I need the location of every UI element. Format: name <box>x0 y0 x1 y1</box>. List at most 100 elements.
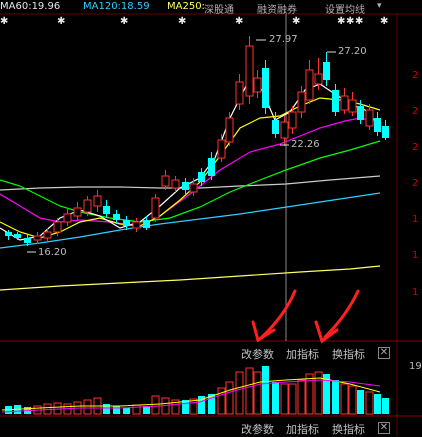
candle-body <box>217 139 226 159</box>
volume-bar <box>340 383 349 415</box>
event-marker[interactable]: ✱ <box>337 16 345 27</box>
axis-label: 1 <box>412 214 419 225</box>
volume-bar <box>348 385 357 415</box>
axis-label: 2 <box>412 178 419 189</box>
chevron-down-icon[interactable]: ▾ <box>377 1 382 11</box>
candlestick-series <box>5 36 389 246</box>
price-label-high2: 27.20 <box>338 46 367 57</box>
volume-bar <box>382 398 389 414</box>
add-indicator-button[interactable]: 加指标 <box>286 346 319 362</box>
switch-indicator-button-2[interactable]: 换指标 <box>332 421 365 437</box>
event-marker[interactable]: ✱ <box>346 16 354 27</box>
volume-bar <box>151 395 160 415</box>
axis-label: 2 <box>412 142 419 153</box>
candle-body <box>365 109 374 127</box>
red-arrow-1-head <box>251 320 276 343</box>
price-label-high1: 27.97 <box>269 34 298 45</box>
event-marker[interactable]: ✱ <box>292 16 300 27</box>
candle-body <box>314 73 323 85</box>
volume-bar <box>280 383 289 415</box>
link-margin-trading[interactable]: 融资融券 <box>257 1 297 14</box>
change-params-button-2[interactable]: 改参数 <box>241 421 274 437</box>
ma250-line <box>0 265 381 291</box>
volume-bar <box>262 366 269 414</box>
volume-bar <box>288 383 297 415</box>
link-ma-settings[interactable]: 设置均线 <box>325 1 365 14</box>
red-arrow-2 <box>323 289 360 339</box>
event-marker[interactable]: ✱ <box>120 16 128 27</box>
candle-body <box>63 213 72 223</box>
volume-bar <box>53 402 62 415</box>
ma30-line <box>0 140 381 223</box>
volume-bar <box>132 404 141 415</box>
indicator-topbar: MA60:19.96 MA120:18.59 MA250: 深股通 融资融券 设… <box>0 0 422 14</box>
event-marker[interactable]: ✱ <box>0 16 8 27</box>
candle-body <box>53 221 62 233</box>
candle-body <box>305 69 314 101</box>
event-marker[interactable]: ✱ <box>178 16 186 27</box>
link-shenzhen-connect[interactable]: 深股通 <box>204 1 234 14</box>
candle-body <box>332 90 339 112</box>
close-icon-2[interactable]: ✕ <box>378 422 390 434</box>
change-params-button[interactable]: 改参数 <box>241 346 274 362</box>
candle-body <box>340 95 349 111</box>
ma120-readout: MA120:18.59 <box>83 1 150 12</box>
volume-bar <box>113 406 120 414</box>
red-arrow-1 <box>260 289 297 339</box>
volume-bar <box>374 394 381 414</box>
candle-body <box>280 121 289 139</box>
stock-chart-canvas: ✱ ✱ ✱ ✱ ✱ ✱ ✱ ✱ ✱ ✱ <box>0 13 422 436</box>
axis-label: 1 <box>412 250 419 261</box>
candle-body <box>348 99 357 113</box>
event-marker[interactable]: ✱ <box>235 16 243 27</box>
candle-body <box>161 175 170 187</box>
event-markers: ✱ ✱ ✱ ✱ ✱ ✱ ✱ ✱ ✱ ✱ <box>0 16 388 27</box>
volume-bar <box>332 380 339 414</box>
ma20-line <box>0 117 381 227</box>
close-icon[interactable]: ✕ <box>378 347 390 359</box>
price-label-low2: 16.20 <box>38 247 67 258</box>
candle-body <box>132 221 141 229</box>
switch-indicator-button[interactable]: 换指标 <box>332 346 365 362</box>
ma5-line <box>0 76 381 241</box>
candle-body <box>182 182 189 190</box>
event-marker[interactable]: ✱ <box>355 16 363 27</box>
volume-bar <box>123 408 130 414</box>
ma60-readout: MA60:19.96 <box>0 1 61 12</box>
candle-body <box>198 172 205 182</box>
red-annotation-arrows <box>251 289 360 344</box>
add-indicator-button-2[interactable]: 加指标 <box>286 421 319 437</box>
volume-bar <box>43 403 52 415</box>
volume-bar <box>83 399 92 415</box>
candle-body <box>33 235 42 241</box>
candle-body <box>235 81 244 105</box>
candle-body <box>171 179 180 189</box>
candle-body <box>262 68 269 108</box>
event-marker[interactable]: ✱ <box>57 16 65 27</box>
volume-bar <box>297 379 306 415</box>
ma10-line <box>0 97 381 239</box>
candle-body <box>43 231 52 239</box>
axis-label: 1 <box>412 287 419 298</box>
candle-body <box>245 45 254 97</box>
candle-body <box>374 118 381 132</box>
candle-body <box>93 195 102 207</box>
candle-body <box>189 183 198 193</box>
event-marker[interactable]: ✱ <box>380 16 388 27</box>
volume-bar <box>253 371 262 415</box>
candle-body <box>143 220 150 228</box>
volume-axis-label: 19 <box>409 361 422 372</box>
candle-body <box>297 91 306 113</box>
candle-body <box>288 111 297 129</box>
candle-body <box>208 158 215 176</box>
red-arrow-2-head <box>314 320 339 344</box>
candle-body <box>123 220 130 226</box>
volume-bar <box>365 391 374 415</box>
candle-body <box>83 199 92 213</box>
candle-body <box>382 126 389 138</box>
candle-body <box>357 106 364 120</box>
candle-body <box>24 238 31 243</box>
axis-label: 2 <box>412 106 419 117</box>
candle-body <box>113 214 120 220</box>
volume-bar <box>225 381 234 415</box>
